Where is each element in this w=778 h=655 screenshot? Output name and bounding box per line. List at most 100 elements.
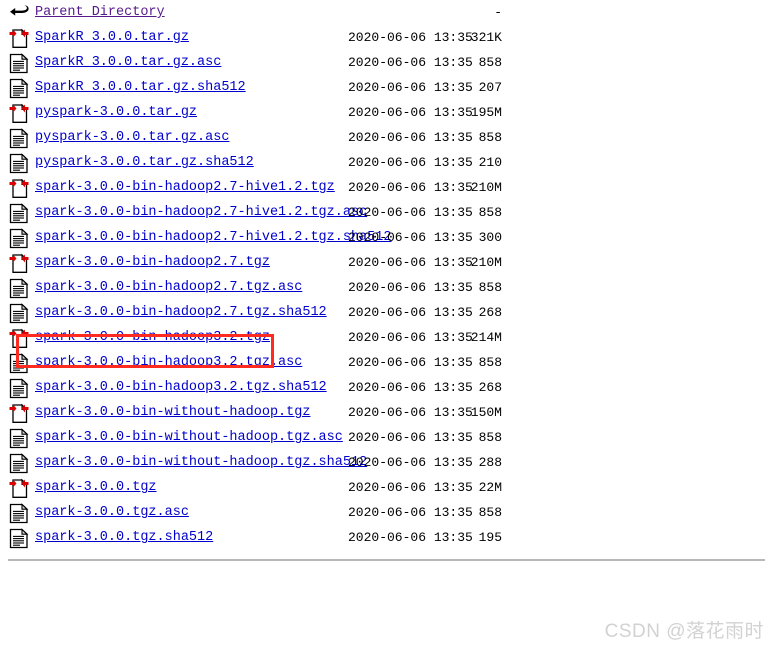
file-name-cell: spark-3.0.0-bin-without-hadoop.tgz.sha51…	[35, 450, 367, 475]
file-row: spark-3.0.0-bin-hadoop2.7-hive1.2.tgz.as…	[0, 200, 778, 225]
text-file-icon	[9, 128, 29, 149]
file-size-cell: 858	[478, 55, 502, 70]
file-size-cell: 195M	[470, 105, 502, 120]
file-link[interactable]: pyspark-3.0.0.tar.gz.asc	[35, 130, 229, 145]
compressed-file-icon	[9, 253, 29, 274]
text-file-icon	[9, 153, 29, 174]
file-row: SparkR_3.0.0.tar.gz 2020-06-06 13:35 321K	[0, 25, 778, 50]
compressed-file-icon	[9, 478, 29, 498]
file-link[interactable]: spark-3.0.0-bin-without-hadoop.tgz.asc	[35, 430, 343, 445]
file-link[interactable]: SparkR_3.0.0.tar.gz.asc	[35, 55, 221, 70]
file-row: spark-3.0.0-bin-hadoop2.7-hive1.2.tgz 202…	[0, 175, 778, 200]
file-name-cell: spark-3.0.0-bin-without-hadoop.tgz	[35, 400, 310, 425]
file-row: spark-3.0.0-bin-hadoop2.7-hive1.2.tgz.sh…	[0, 225, 778, 250]
file-name-cell: spark-3.0.0-bin-hadoop2.7-hive1.2.tgz.as…	[35, 200, 367, 225]
file-name-cell: spark-3.0.0.tgz.asc	[35, 500, 189, 525]
file-name-cell: spark-3.0.0-bin-hadoop3.2.tgz	[35, 325, 270, 350]
file-size-cell: 858	[478, 430, 502, 445]
file-link[interactable]: spark-3.0.0-bin-without-hadoop.tgz.sha51…	[35, 455, 367, 470]
back-arrow-icon	[9, 3, 29, 24]
file-size-cell: 858	[478, 130, 502, 145]
text-file-icon	[9, 528, 29, 549]
file-name-cell: SparkR_3.0.0.tar.gz.asc	[35, 50, 221, 75]
file-row: pyspark-3.0.0.tar.gz 2020-06-06 13:35 195M	[0, 100, 778, 125]
file-link[interactable]: SparkR_3.0.0.tar.gz.sha512	[35, 80, 246, 95]
text-file-icon	[9, 128, 29, 149]
text-file-icon	[9, 503, 29, 524]
text-file-icon	[9, 428, 29, 449]
file-link[interactable]: spark-3.0.0-bin-hadoop2.7-hive1.2.tgz.sh…	[35, 230, 391, 245]
file-name-cell: pyspark-3.0.0.tar.gz	[35, 100, 197, 125]
file-row: spark-3.0.0-bin-hadoop3.2.tgz.sha512 2020…	[0, 375, 778, 400]
compressed-file-icon	[9, 328, 29, 348]
file-size-cell: 268	[478, 305, 502, 320]
text-file-icon	[9, 53, 29, 74]
file-name-cell: spark-3.0.0-bin-hadoop2.7.tgz	[35, 250, 270, 275]
file-row: spark-3.0.0.tgz 2020-06-06 13:35 22M	[0, 475, 778, 500]
text-file-icon	[9, 453, 29, 474]
text-file-icon	[9, 228, 29, 249]
file-size-cell: 300	[478, 230, 502, 245]
file-row: spark-3.0.0-bin-without-hadoop.tgz.sha51…	[0, 450, 778, 475]
file-name-cell: pyspark-3.0.0.tar.gz.sha512	[35, 150, 254, 175]
back-arrow-icon	[10, 5, 29, 16]
compressed-file-icon	[9, 403, 29, 423]
file-row: Parent Directory -	[0, 0, 778, 25]
file-name-cell: SparkR_3.0.0.tar.gz	[35, 25, 189, 50]
file-size-cell: 207	[478, 80, 502, 95]
file-link[interactable]: SparkR_3.0.0.tar.gz	[35, 30, 189, 45]
text-file-icon	[9, 303, 29, 324]
compressed-file-icon	[9, 178, 29, 199]
text-file-icon	[9, 428, 29, 449]
file-size-cell: 214M	[470, 330, 502, 345]
text-file-icon	[9, 153, 29, 174]
file-name-cell: spark-3.0.0-bin-without-hadoop.tgz.asc	[35, 425, 343, 450]
file-link[interactable]: spark-3.0.0-bin-hadoop3.2.tgz.asc	[35, 355, 302, 370]
text-file-icon	[9, 503, 29, 524]
file-size-cell: 858	[478, 205, 502, 220]
text-file-icon	[9, 453, 29, 474]
file-link[interactable]: spark-3.0.0-bin-hadoop3.2.tgz.sha512	[35, 380, 327, 395]
file-link[interactable]: spark-3.0.0-bin-without-hadoop.tgz	[35, 405, 310, 420]
file-link[interactable]: Parent Directory	[35, 5, 165, 20]
file-size-cell: 288	[478, 455, 502, 470]
compressed-file-icon	[9, 103, 29, 124]
file-row: spark-3.0.0-bin-hadoop2.7.tgz.asc 2020-06…	[0, 275, 778, 300]
file-size-cell: 858	[478, 355, 502, 370]
text-file-icon	[9, 78, 29, 99]
compressed-file-icon	[9, 253, 29, 273]
file-size-cell: 210M	[470, 180, 502, 195]
file-name-cell: spark-3.0.0-bin-hadoop2.7.tgz.sha512	[35, 300, 327, 325]
text-file-icon	[9, 278, 29, 299]
file-link[interactable]: spark-3.0.0-bin-hadoop2.7-hive1.2.tgz	[35, 180, 335, 195]
text-file-icon	[9, 528, 29, 549]
file-link[interactable]: spark-3.0.0.tgz.sha512	[35, 530, 213, 545]
file-size-cell: 210	[478, 155, 502, 170]
directory-listing: Parent Directory - SparkR_3.0.0.tar.gz 2020…	[0, 0, 778, 550]
file-link[interactable]: pyspark-3.0.0.tar.gz	[35, 105, 197, 120]
file-name-cell: spark-3.0.0-bin-hadoop3.2.tgz.sha512	[35, 375, 327, 400]
file-row-list: Parent Directory - SparkR_3.0.0.tar.gz 2020…	[0, 0, 778, 550]
file-name-cell: spark-3.0.0.tgz	[35, 475, 157, 500]
file-size-cell: 321K	[470, 30, 502, 45]
file-name-cell: pyspark-3.0.0.tar.gz.asc	[35, 125, 229, 150]
file-name-cell: spark-3.0.0.tgz.sha512	[35, 525, 213, 550]
file-link[interactable]: spark-3.0.0-bin-hadoop2.7.tgz	[35, 255, 270, 270]
file-row: spark-3.0.0-bin-hadoop2.7.tgz.sha512 2020…	[0, 300, 778, 325]
file-link[interactable]: spark-3.0.0-bin-hadoop2.7-hive1.2.tgz.as…	[35, 205, 367, 220]
file-link[interactable]: spark-3.0.0-bin-hadoop2.7.tgz.asc	[35, 280, 302, 295]
file-size-cell: 195	[478, 530, 502, 545]
compressed-file-icon	[9, 403, 29, 424]
text-file-icon	[9, 378, 29, 399]
text-file-icon	[9, 203, 29, 224]
file-row: spark-3.0.0-bin-hadoop2.7.tgz 2020-06-06 …	[0, 250, 778, 275]
text-file-icon	[9, 353, 29, 374]
file-link[interactable]: spark-3.0.0-bin-hadoop2.7.tgz.sha512	[35, 305, 327, 320]
file-link[interactable]: spark-3.0.0.tgz.asc	[35, 505, 189, 520]
compressed-file-icon	[9, 478, 29, 499]
file-row: spark-3.0.0-bin-without-hadoop.tgz 2020-0…	[0, 400, 778, 425]
file-link[interactable]: spark-3.0.0.tgz	[35, 480, 157, 495]
file-link[interactable]: spark-3.0.0-bin-hadoop3.2.tgz	[35, 330, 270, 345]
text-file-icon	[9, 53, 29, 74]
file-link[interactable]: pyspark-3.0.0.tar.gz.sha512	[35, 155, 254, 170]
